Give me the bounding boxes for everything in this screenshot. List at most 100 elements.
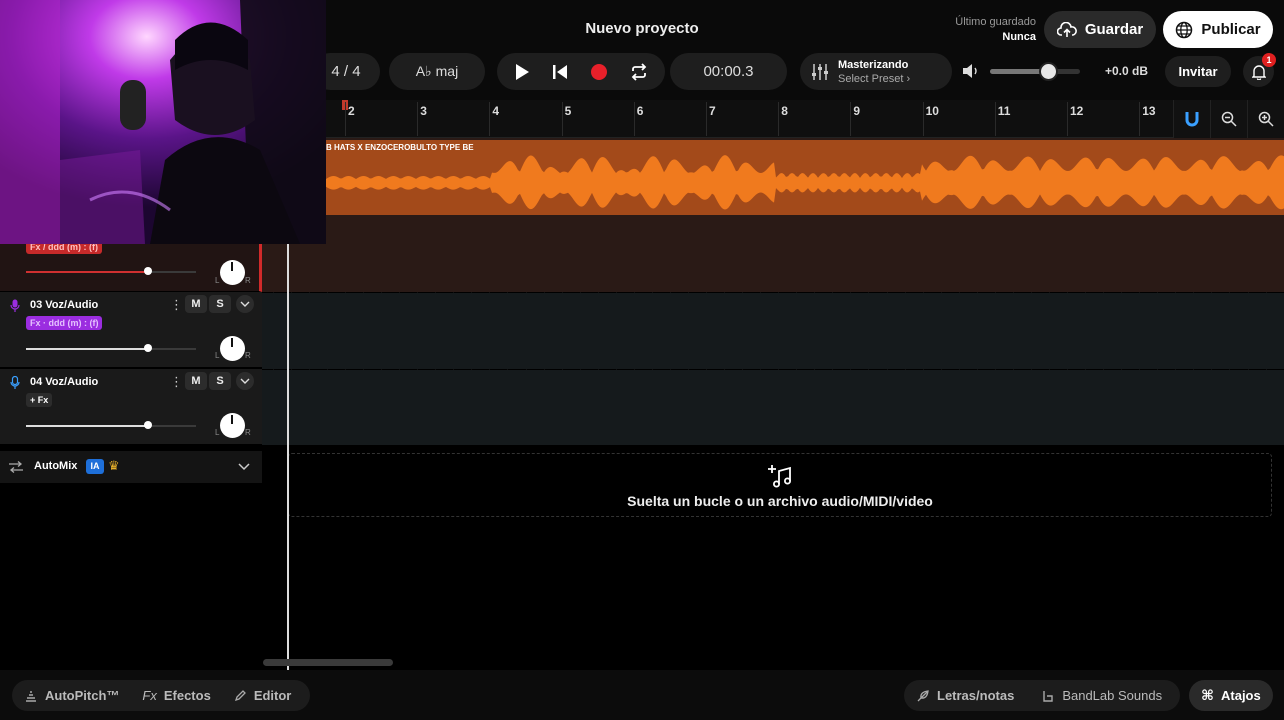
last-saved-label: Último guardado [955,16,1036,28]
track-2-volume-knob[interactable] [144,344,153,352]
automix-row[interactable]: AutoMix IA ♛ [0,451,262,483]
mixer-sliders-icon [812,63,828,80]
track-2-pan-knob[interactable] [220,336,245,361]
play-icon[interactable] [514,63,530,81]
shortcuts-label: Atajos [1221,688,1261,703]
time-display: 00:00.3 [670,53,787,90]
publish-button[interactable]: Publicar [1163,11,1273,48]
track-1-volume-slider[interactable] [26,267,196,275]
arrangement-area[interactable]: B HATS X ENZOCEROBULTO TYPE BE [262,138,1284,670]
track-lane-3[interactable] [262,370,1284,445]
bar-number-12: 12 [1070,104,1084,118]
mastering-button[interactable]: Masterizando Select Preset › [800,53,952,90]
fx-icon: Fx [142,688,157,703]
track-2-solo-button[interactable]: S [209,295,231,313]
automix-label: AutoMix [34,460,78,472]
save-button[interactable]: Guardar [1044,11,1156,48]
track-2-expand-button[interactable] [236,295,254,313]
track-3-volume-knob[interactable] [144,421,153,429]
pencil-icon [234,690,246,702]
transport-controls [497,53,665,90]
track-1-pan-l: L [215,276,220,285]
record-icon[interactable] [590,63,608,81]
editor-button[interactable]: Editor [254,688,292,703]
chevron-down-icon [240,378,250,384]
track-3-mute-button[interactable]: M [185,372,207,390]
mastering-preset: Select Preset › [838,72,911,85]
key-signature-button[interactable]: A♭ maj [389,53,485,90]
chevron-down-icon [240,301,250,307]
webcam-overlay [0,0,326,244]
effects-button[interactable]: Efectos [164,688,211,703]
audio-clip[interactable]: B HATS X ENZOCEROBULTO TYPE BE [326,140,1284,215]
track-header-3[interactable]: 04 Voz/Audio ⋮ M S + Fx L R [0,369,262,445]
track-lane-2[interactable] [262,293,1284,369]
bar-number-2: 2 [348,104,355,118]
zoom-in-button[interactable] [1247,100,1284,138]
bar-number-6: 6 [636,104,644,118]
track-3-volume-fill [26,425,149,427]
track-1-volume-fill [26,271,149,273]
zoom-out-button[interactable] [1210,100,1247,138]
track-header-2[interactable]: 03 Voz/Audio ⋮ M S Fx · ddd (m) : (f) L … [0,292,262,368]
track-2-volume-slider[interactable] [26,344,196,352]
crown-icon: ♛ [108,458,120,473]
chevron-down-icon[interactable] [238,463,250,471]
invite-label: Invitar [1178,64,1218,79]
bell-icon [1251,64,1266,80]
track-3-add-fx-button[interactable]: + Fx [26,393,53,407]
track-lane-1[interactable]: B HATS X ENZOCEROBULTO TYPE BE [262,138,1284,292]
speaker-icon[interactable] [962,63,980,79]
bottom-tools-right: Letras/notas BandLab Sounds [904,680,1180,711]
snap-magnet-button[interactable] [1173,100,1210,138]
autopitch-icon [26,690,36,702]
track-3-expand-button[interactable] [236,372,254,390]
track-3-menu-icon[interactable]: ⋮ [170,374,183,390]
track-2-mute-button[interactable]: M [185,295,207,313]
track-3-volume-slider[interactable] [26,421,196,429]
bar-tick [489,102,491,136]
bottom-tools-left: AutoPitch™ Fx Efectos Editor [12,680,310,711]
bar-tick [561,102,563,136]
shortcuts-button[interactable]: ⌘ Atajos [1189,680,1273,711]
bar-number-11: 11 [997,104,1011,118]
bar-number-5: 5 [564,104,572,118]
autopitch-button[interactable]: AutoPitch™ [45,688,119,703]
bar-tick [1067,102,1068,136]
drop-zone[interactable]: Suelta un bucle o un archivo audio/MIDI/… [288,453,1272,517]
globe-icon [1176,21,1193,38]
track-2-fx-chip[interactable]: Fx · ddd (m) : (f) [26,316,103,330]
loop-icon[interactable] [629,62,649,81]
bar-number-13: 13 [1142,104,1156,118]
bar-tick [1139,102,1141,136]
mastering-title: Masterizando [838,58,909,71]
track-3-solo-button[interactable]: S [209,372,231,390]
track-1-pan-r: R [245,276,251,285]
track-2-name[interactable]: 03 Voz/Audio [30,299,98,311]
track-3-pan-knob[interactable] [220,413,245,438]
lyrics-button[interactable]: Letras/notas [937,688,1014,703]
last-saved-value: Nunca [1002,31,1036,43]
bandlab-sounds-button[interactable]: BandLab Sounds [1062,688,1162,703]
shuffle-icon [9,461,23,473]
save-label: Guardar [1084,21,1144,38]
invite-button[interactable]: Invitar [1165,56,1231,87]
track-header-1[interactable]: Fx / ddd (m) : (f) L R [0,238,262,292]
rewind-to-start-icon[interactable] [551,63,569,81]
bottom-toolbar: AutoPitch™ Fx Efectos Editor Letras/nota… [0,670,1284,720]
track-1-pan-knob[interactable] [220,260,245,285]
horizontal-scrollbar[interactable] [263,659,393,666]
cloud-upload-icon [1056,21,1077,37]
timeline-ruler[interactable]: 2 3 4 5 6 7 8 9 10 11 12 13 [326,100,1284,138]
track-2-menu-icon[interactable]: ⋮ [170,297,183,313]
ruler-tools [1173,100,1284,138]
track-1-volume-knob[interactable] [144,267,153,275]
master-volume-slider[interactable] [990,62,1080,81]
volume-db-readout: +0.0 dB [1105,64,1149,78]
bar-number-3: 3 [420,104,427,118]
master-volume-knob[interactable] [1039,62,1059,81]
notification-badge: 1 [1262,53,1276,67]
track-3-pan-r: R [245,428,251,437]
track-3-name[interactable]: 04 Voz/Audio [30,376,98,388]
zoom-out-icon [1221,111,1237,127]
